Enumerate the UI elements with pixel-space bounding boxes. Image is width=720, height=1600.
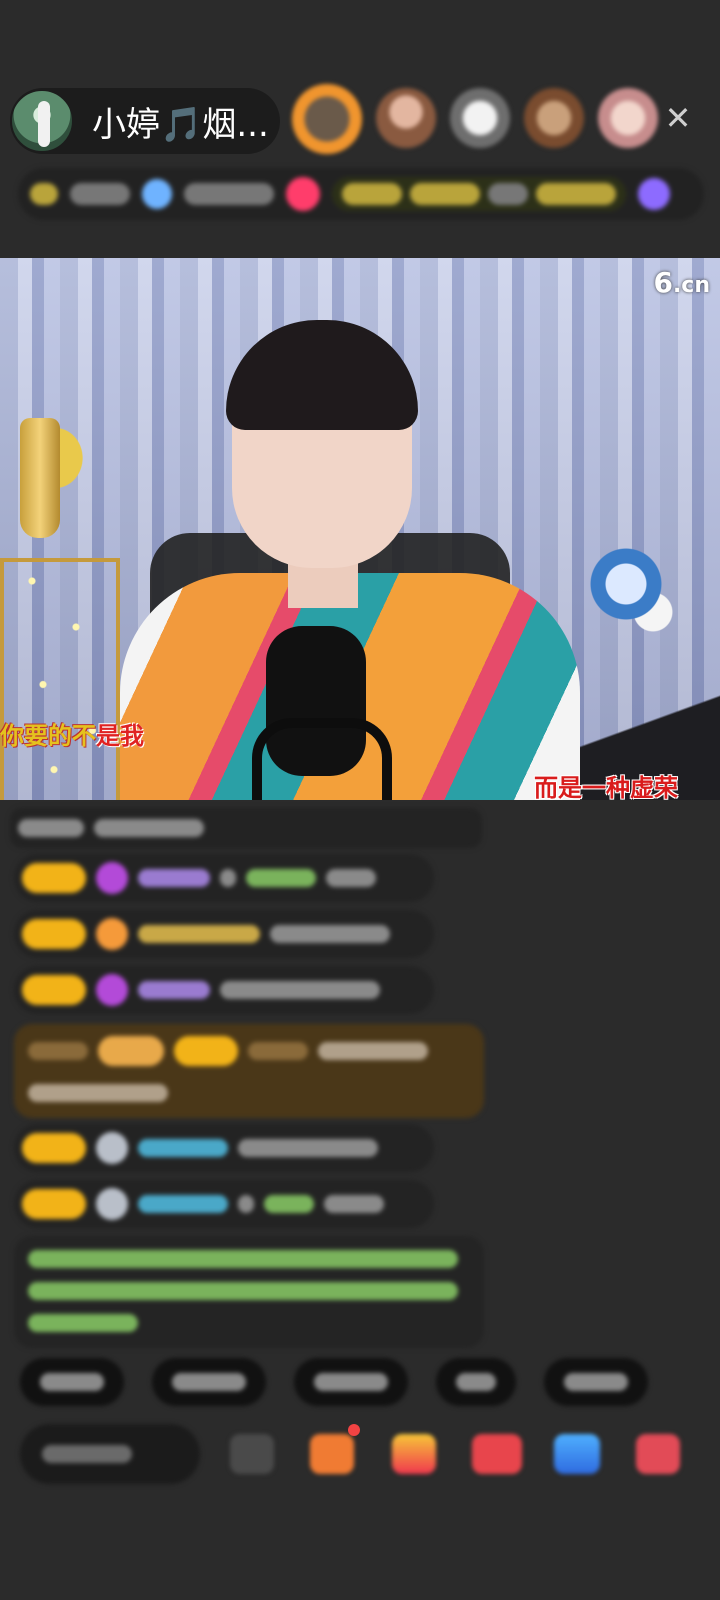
close-icon[interactable]: ✕	[660, 100, 696, 136]
level-badge	[22, 1189, 86, 1219]
viewer-avatar[interactable]	[292, 84, 362, 154]
chat-input[interactable]	[20, 1424, 200, 1484]
quick-reply-chip[interactable]	[436, 1358, 516, 1406]
announcement-ticker[interactable]	[332, 177, 626, 211]
chat-list[interactable]	[0, 808, 720, 1348]
viewer-avatar[interactable]	[524, 88, 584, 148]
chat-message[interactable]	[14, 1124, 434, 1172]
emoji-icon[interactable]	[230, 1434, 274, 1474]
decor-blue-flowers	[590, 528, 680, 668]
gem-icon	[96, 974, 128, 1006]
chat-message[interactable]	[10, 808, 482, 848]
fans-icon	[142, 179, 172, 209]
fairy-lights	[10, 558, 120, 788]
quick-reply-chip[interactable]	[544, 1358, 648, 1406]
gift-rank-icon[interactable]	[638, 178, 670, 210]
chat-message[interactable]	[14, 910, 434, 958]
quick-reply-bar	[20, 1358, 648, 1406]
gem-icon	[96, 1188, 128, 1220]
heart-gift-icon[interactable]	[472, 1434, 522, 1474]
lyric-left: 你要的不是我	[0, 722, 144, 750]
rank-icon	[30, 183, 58, 205]
viewer-avatar[interactable]	[598, 88, 658, 148]
viewer-avatar[interactable]	[450, 88, 510, 148]
host-info-pill[interactable]: 小婷🎵烟...	[10, 88, 280, 154]
fans-text	[184, 183, 274, 205]
gem-icon	[96, 918, 128, 950]
brand-logo: 6.cn	[653, 266, 710, 299]
microphone-mount	[252, 718, 392, 800]
gem-icon	[96, 862, 128, 894]
system-notice	[14, 1236, 484, 1348]
level-badge	[22, 975, 86, 1005]
quick-reply-chip[interactable]	[20, 1358, 124, 1406]
decor-vase	[20, 418, 60, 538]
rank-text	[70, 183, 130, 205]
treasure-icon[interactable]	[392, 1434, 436, 1474]
chat-message-highlight[interactable]	[14, 1024, 484, 1118]
chat-message[interactable]	[14, 854, 434, 902]
follow-icon[interactable]	[286, 177, 320, 211]
live-video[interactable]: 6.cn 你要的不是我 而是一种虚荣	[0, 258, 720, 800]
chat-message[interactable]	[14, 966, 434, 1014]
host-name: 小婷🎵烟...	[92, 104, 269, 145]
gift-icon[interactable]	[636, 1434, 680, 1474]
top-viewers-list	[292, 84, 658, 154]
bottom-toolbar	[20, 1424, 720, 1494]
quick-reply-chip[interactable]	[294, 1358, 408, 1406]
level-badge	[22, 863, 86, 893]
game-icon[interactable]	[554, 1434, 600, 1474]
chat-message[interactable]	[14, 1180, 434, 1228]
viewer-avatar[interactable]	[376, 88, 436, 148]
notification-dot	[348, 1424, 360, 1436]
gift-box-icon[interactable]	[310, 1434, 354, 1474]
room-info-bar[interactable]	[18, 168, 704, 220]
lyric-right: 而是一种虚荣	[534, 774, 678, 800]
quick-reply-chip[interactable]	[152, 1358, 266, 1406]
gem-icon	[96, 1132, 128, 1164]
level-badge	[22, 919, 86, 949]
level-badge	[22, 1133, 86, 1163]
host-avatar[interactable]	[10, 89, 74, 153]
live-stream-room: 小婷🎵烟... ✕ 6.cn 你要的不是我 而是一种虚荣	[0, 0, 720, 1600]
